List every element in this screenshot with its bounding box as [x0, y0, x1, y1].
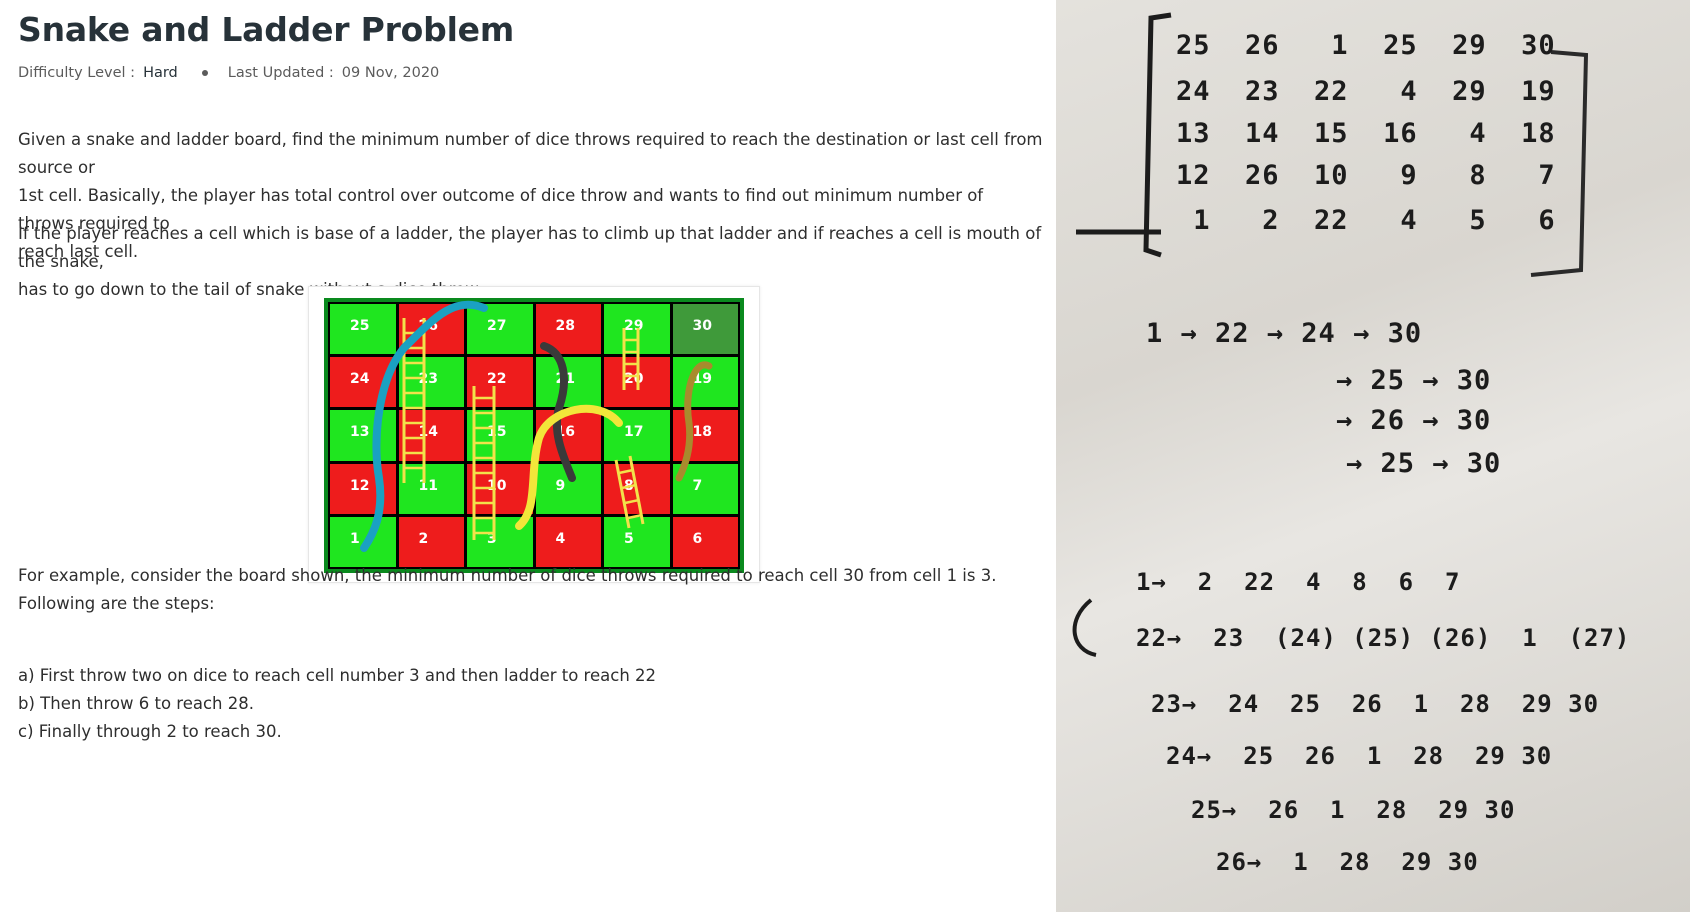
board-cell: 13	[330, 410, 396, 461]
rule-line-1: If the player reaches a cell which is ba…	[18, 224, 1042, 271]
step-c: c) Finally through 2 to reach 30.	[18, 722, 282, 741]
board-cell-number: 14	[418, 424, 438, 441]
board-cell: 19	[672, 357, 738, 408]
bfs-line-5: 25→ 26 1 28 29 30	[1191, 796, 1516, 824]
board-cell-number: 22	[487, 371, 507, 388]
matrix-row-1: 25 26 1 25 29 30	[1176, 30, 1556, 61]
board-cell-number: 1	[350, 530, 360, 547]
board-cell-number: 10	[487, 477, 507, 494]
board-cell-number: 18	[692, 424, 712, 441]
board-cell-number: 16	[555, 424, 575, 441]
path-line-4: → 25 → 30	[1346, 448, 1502, 479]
matrix-row-2: 24 23 22 4 29 19	[1176, 76, 1556, 107]
path-line-3: → 26 → 30	[1336, 405, 1492, 436]
board-cell-number: 29	[624, 318, 644, 334]
matrix-row-3: 13 14 15 16 4 18	[1176, 118, 1556, 149]
article-meta: Difficulty Level : Hard Last Updated : 0…	[18, 65, 439, 81]
matrix-row-4: 12 26 10 9 8 7	[1176, 160, 1556, 191]
board-cell-number: 23	[418, 371, 438, 388]
board-cell: 12	[330, 463, 396, 514]
intro-line-1: Given a snake and ladder board, find the…	[18, 130, 1043, 177]
board-cell: 26	[398, 304, 464, 355]
board-cell: 22	[467, 357, 533, 408]
snake-ladder-board: 25 26 27 28 29 30 24 23 22 21 20 19 13 14 15 16 17 18 12 11…	[324, 298, 744, 573]
board-cell-number: 19	[692, 371, 712, 388]
board-cell-number: 12	[350, 477, 370, 494]
updated-value: 09 Nov, 2020	[341, 65, 440, 81]
board-cell: 15	[467, 410, 533, 461]
board-cell: 3	[467, 516, 533, 567]
board-cell: 17	[604, 410, 670, 461]
bfs-line-2: 22→ 23 (24) (25) (26) 1 (27)	[1136, 624, 1631, 652]
example-line-2: Following are the steps:	[18, 594, 215, 613]
board-cell: 28	[535, 304, 601, 355]
bfs-line-3: 23→ 24 25 26 1 28 29 30	[1151, 690, 1600, 718]
bfs-line-4: 24→ 25 26 1 28 29 30	[1166, 742, 1553, 770]
board-cell: 9	[535, 463, 601, 514]
board-cell-number: 11	[418, 477, 438, 494]
board-cell-number: 8	[624, 477, 634, 494]
example-line-1: For example, consider the board shown, t…	[18, 566, 997, 585]
board-cell-number: 30	[692, 318, 712, 334]
board-cell-number: 3	[487, 530, 497, 547]
board-cell-number: 9	[555, 477, 566, 494]
article: Snake and Ladder Problem Difficulty Leve…	[0, 0, 1055, 912]
board-image: 25 26 27 28 29 30 24 23 22 21 20 19 13 14 15 16 17 18 12 11…	[308, 286, 760, 583]
step-b: b) Then throw 6 to reach 28.	[18, 694, 254, 713]
board-cell-number: 28	[555, 318, 575, 334]
board-cell: 5	[604, 516, 670, 567]
meta-separator-dot	[201, 70, 208, 76]
path-line-2: → 25 → 30	[1336, 365, 1492, 396]
board-cell-number: 21	[555, 371, 575, 388]
board-cell-number: 17	[624, 424, 644, 441]
board-cell-number: 24	[350, 371, 370, 388]
board-cell-number: 15	[487, 424, 507, 441]
board-cell: 30	[672, 304, 738, 355]
handwritten-notes-photo: 25 26 1 25 29 30 24 23 22 4 29 19 13 14 …	[1056, 0, 1690, 912]
board-cell: 14	[398, 410, 464, 461]
board-cell-number: 27	[487, 318, 507, 334]
board-cell: 23	[398, 357, 464, 408]
board-cell: 18	[672, 410, 738, 461]
board-cell: 11	[398, 463, 464, 514]
board-cell: 21	[535, 357, 601, 408]
board-cell: 7	[672, 463, 738, 514]
board-cell: 8	[604, 463, 670, 514]
board-cell: 16	[535, 410, 601, 461]
board-cell-number: 25	[350, 318, 370, 334]
board-cell-number: 7	[692, 477, 703, 494]
steps-list: a) First throw two on dice to reach cell…	[18, 662, 1043, 746]
board-cell: 4	[535, 516, 601, 567]
path-line-1: 1 → 22 → 24 → 30	[1146, 318, 1423, 349]
example-paragraph: For example, consider the board shown, t…	[18, 562, 1043, 618]
board-cell: 6	[672, 516, 738, 567]
bfs-line-6: 26→ 1 28 29 30	[1216, 848, 1479, 876]
board-cell: 25	[330, 304, 396, 355]
board-cell: 10	[467, 463, 533, 514]
board-cell: 29	[604, 304, 670, 355]
board-cell-number: 5	[624, 530, 634, 547]
step-a: a) First throw two on dice to reach cell…	[18, 666, 657, 685]
bfs-line-1: 1→ 2 22 4 8 6 7	[1136, 568, 1461, 596]
page-title: Snake and Ladder Problem	[18, 10, 515, 49]
board-cell-number: 20	[624, 371, 644, 388]
matrix-row-5: 1 2 22 4 5 6	[1176, 205, 1556, 236]
board-cell: 2	[398, 516, 464, 567]
board-cell: 20	[604, 357, 670, 408]
board-cell: 1	[330, 516, 396, 567]
board-cell: 24	[330, 357, 396, 408]
board-cell-number: 4	[555, 530, 566, 547]
difficulty-value[interactable]: Hard	[143, 65, 178, 81]
board-cell: 27	[467, 304, 533, 355]
board-cell-number: 6	[692, 530, 703, 547]
board-cell-number: 2	[418, 530, 429, 547]
board-cell-number: 26	[418, 318, 438, 334]
board-cell-number: 13	[350, 424, 370, 441]
difficulty-label: Difficulty Level :	[18, 65, 136, 81]
updated-label: Last Updated :	[227, 65, 334, 81]
